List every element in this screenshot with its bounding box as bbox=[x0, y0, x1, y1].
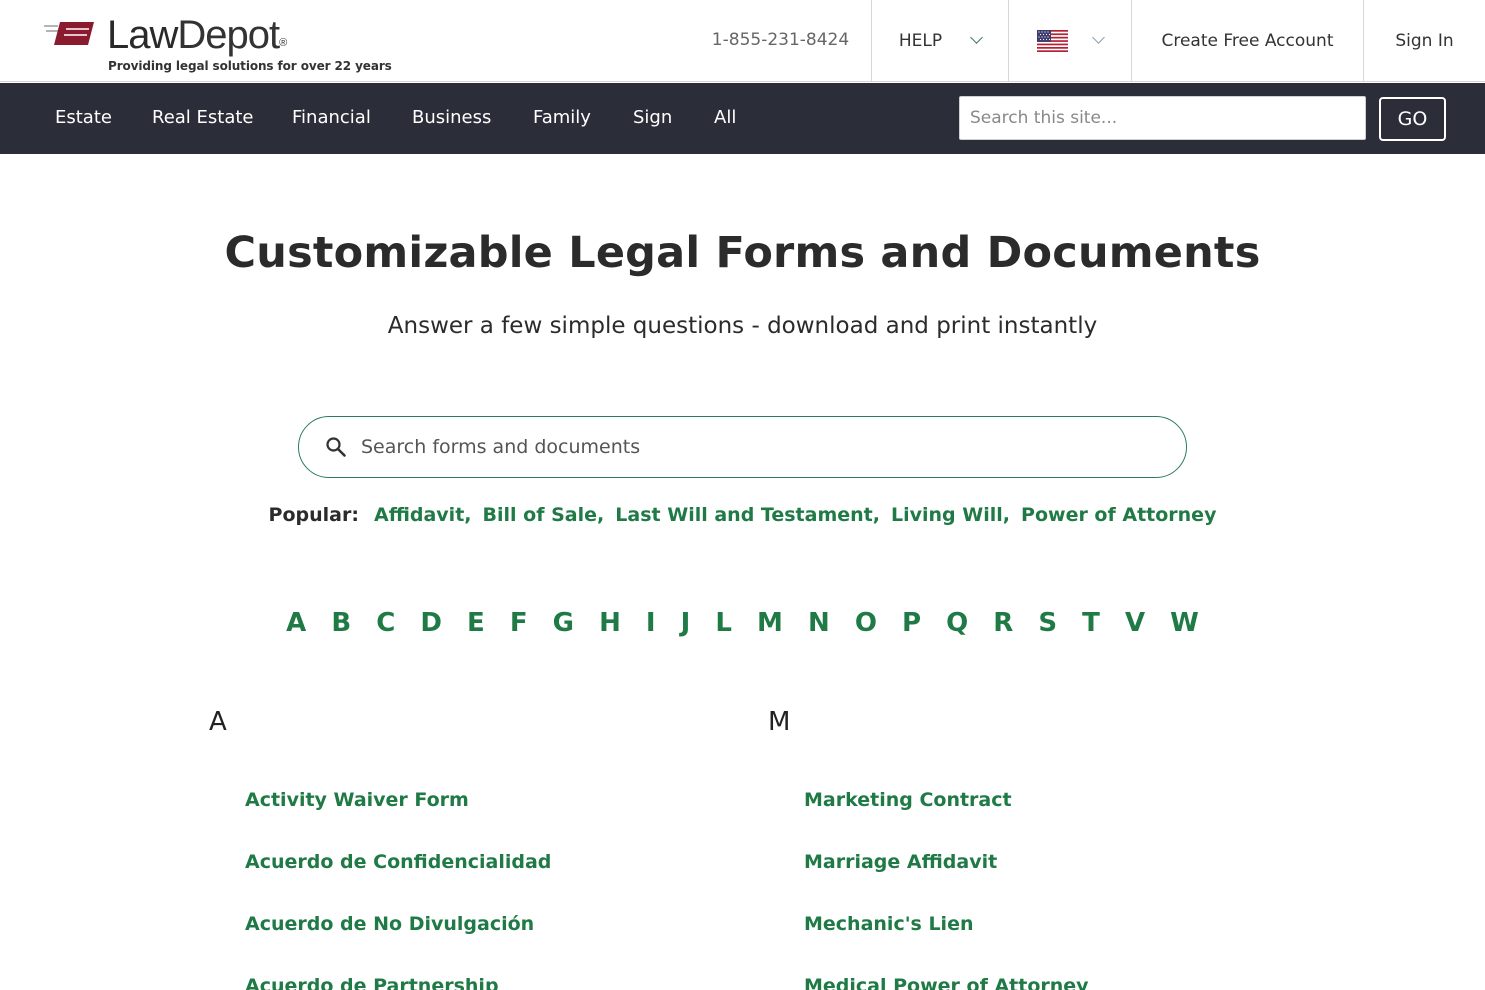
documents-column-a: A Activity Waiver Form Acuerdo de Confid… bbox=[209, 707, 729, 990]
help-menu-button[interactable]: HELP bbox=[871, 0, 1008, 81]
nav-item-real-estate[interactable]: Real Estate bbox=[152, 83, 254, 154]
country-selector[interactable] bbox=[1008, 0, 1131, 81]
alpha-link-d[interactable]: D bbox=[420, 608, 442, 638]
alpha-link-a[interactable]: A bbox=[286, 608, 306, 638]
document-link[interactable]: Acuerdo de Confidencialidad bbox=[245, 831, 729, 893]
alphabet-index: A B C D E F G H I J L M N O P Q R S T V … bbox=[0, 608, 1485, 638]
logo-law-text: Law bbox=[107, 13, 178, 57]
lawdepot-logo[interactable]: LawDepot® Providing legal solutions for … bbox=[44, 13, 392, 76]
documents-list: Marketing Contract Marriage Affidavit Me… bbox=[768, 769, 1288, 990]
document-link[interactable]: Mechanic's Lien bbox=[804, 893, 1288, 955]
chevron-down-icon bbox=[970, 31, 983, 44]
section-letter-heading: A bbox=[209, 707, 227, 737]
alpha-link-s[interactable]: S bbox=[1038, 608, 1057, 638]
document-link[interactable]: Acuerdo de No Divulgación bbox=[245, 893, 729, 955]
us-flag-icon bbox=[1037, 29, 1068, 52]
popular-links: Popular: Affidavit, Bill of Sale, Last W… bbox=[0, 504, 1485, 526]
nav-item-family[interactable]: Family bbox=[533, 83, 591, 154]
phone-number[interactable]: 1-855-231-8424 bbox=[690, 0, 871, 81]
forms-search-box[interactable] bbox=[298, 416, 1187, 478]
top-header: LawDepot® Providing legal solutions for … bbox=[0, 0, 1485, 82]
alpha-link-i[interactable]: I bbox=[646, 608, 656, 638]
alpha-link-o[interactable]: O bbox=[855, 608, 877, 638]
alpha-link-q[interactable]: Q bbox=[946, 608, 968, 638]
create-account-button[interactable]: Create Free Account bbox=[1131, 0, 1363, 81]
alpha-link-g[interactable]: G bbox=[553, 608, 574, 638]
search-icon bbox=[326, 437, 346, 457]
nav-item-financial[interactable]: Financial bbox=[292, 83, 371, 154]
sign-in-button[interactable]: Sign In bbox=[1363, 0, 1485, 81]
logo-registered-mark: ® bbox=[279, 37, 288, 49]
documents-column-m: M Marketing Contract Marriage Affidavit … bbox=[768, 707, 1288, 990]
page-title: Customizable Legal Forms and Documents bbox=[224, 228, 1261, 278]
alpha-link-e[interactable]: E bbox=[467, 608, 485, 638]
document-link[interactable]: Marriage Affidavit bbox=[804, 831, 1288, 893]
document-link[interactable]: Medical Power of Attorney bbox=[804, 955, 1288, 990]
nav-item-sign[interactable]: Sign bbox=[633, 83, 672, 154]
popular-link-living-will[interactable]: Living Will, bbox=[891, 504, 1010, 526]
popular-link-affidavit[interactable]: Affidavit, bbox=[374, 504, 472, 526]
logo-tagline: Providing legal solutions for over 22 ye… bbox=[108, 59, 392, 73]
alpha-link-n[interactable]: N bbox=[808, 608, 830, 638]
site-search-input[interactable] bbox=[959, 96, 1366, 140]
alpha-link-f[interactable]: F bbox=[510, 608, 528, 638]
page-subtitle: Answer a few simple questions - download… bbox=[387, 313, 1098, 339]
popular-link-power-of-attorney[interactable]: Power of Attorney bbox=[1021, 504, 1216, 526]
document-link[interactable]: Activity Waiver Form bbox=[245, 769, 729, 831]
popular-link-bill-of-sale[interactable]: Bill of Sale, bbox=[483, 504, 605, 526]
documents-list: Activity Waiver Form Acuerdo de Confiden… bbox=[209, 769, 729, 990]
alpha-link-j[interactable]: J bbox=[681, 608, 691, 638]
alpha-link-c[interactable]: C bbox=[376, 608, 395, 638]
help-label: HELP bbox=[898, 30, 943, 51]
section-letter-heading: M bbox=[768, 707, 791, 737]
alpha-link-b[interactable]: B bbox=[331, 608, 351, 638]
chevron-down-icon bbox=[1092, 31, 1105, 44]
popular-label: Popular: bbox=[268, 504, 359, 526]
forms-search-input[interactable] bbox=[361, 427, 1161, 467]
alpha-link-h[interactable]: H bbox=[599, 608, 621, 638]
popular-link-last-will[interactable]: Last Will and Testament, bbox=[615, 504, 880, 526]
logo-mark-icon bbox=[44, 22, 94, 45]
nav-item-estate[interactable]: Estate bbox=[55, 83, 112, 154]
alpha-link-m[interactable]: M bbox=[757, 608, 783, 638]
main-nav: Estate Real Estate Financial Business Fa… bbox=[0, 83, 1485, 154]
logo-wordmark: LawDepot® bbox=[107, 13, 287, 58]
nav-item-all[interactable]: All bbox=[714, 83, 736, 154]
alpha-link-v[interactable]: V bbox=[1125, 608, 1145, 638]
document-link[interactable]: Marketing Contract bbox=[804, 769, 1288, 831]
alpha-link-r[interactable]: R bbox=[993, 608, 1013, 638]
go-button[interactable]: GO bbox=[1379, 97, 1446, 141]
logo-depot-text: Depot bbox=[177, 13, 280, 57]
nav-item-business[interactable]: Business bbox=[412, 83, 491, 154]
document-link[interactable]: Acuerdo de Partnership bbox=[245, 955, 729, 990]
alpha-link-p[interactable]: P bbox=[902, 608, 921, 638]
alpha-link-t[interactable]: T bbox=[1082, 608, 1100, 638]
alpha-link-w[interactable]: W bbox=[1170, 608, 1199, 638]
alpha-link-l[interactable]: L bbox=[715, 608, 732, 638]
